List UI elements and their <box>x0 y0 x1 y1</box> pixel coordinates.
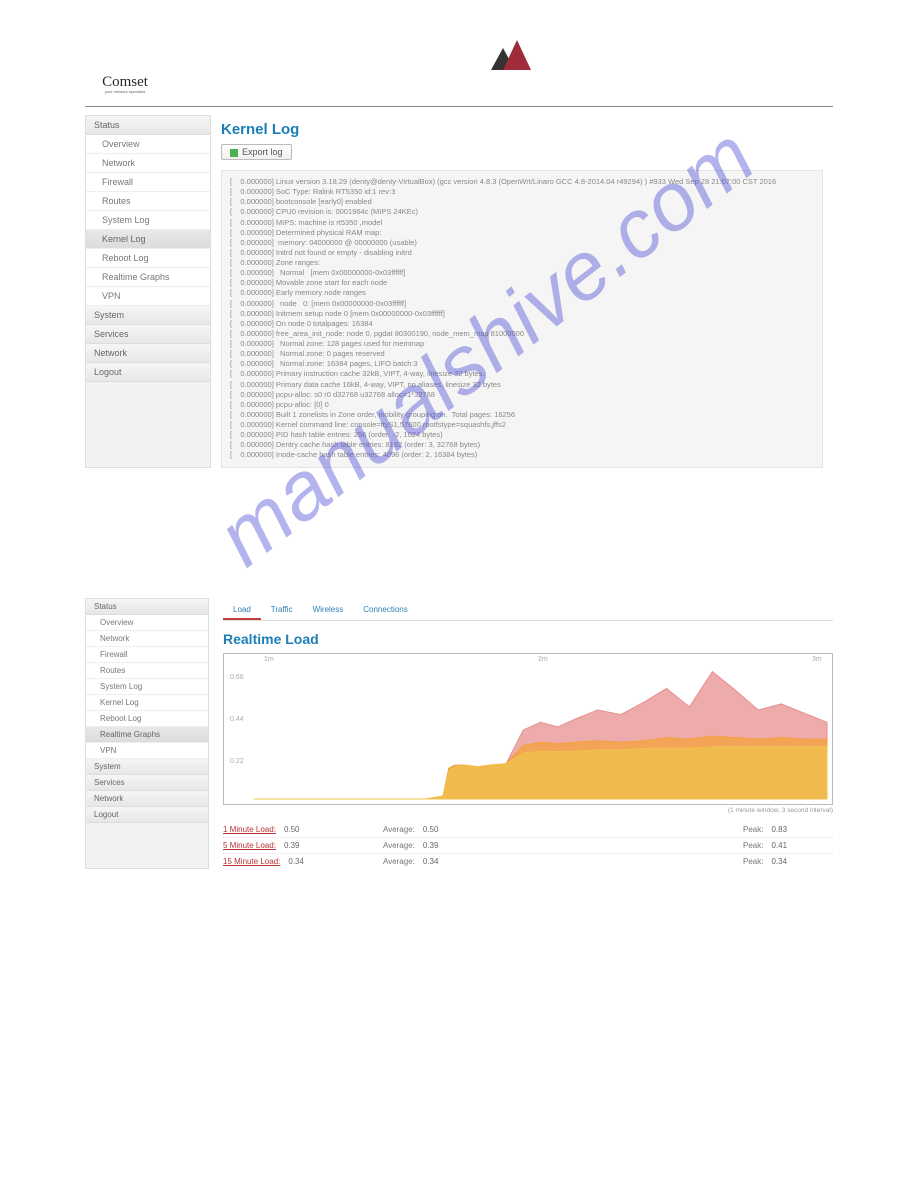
kernel-log-output: [ 0.000000] Linux version 3.18.29 (denty… <box>221 170 823 468</box>
tab[interactable]: Load <box>223 601 261 620</box>
sidebar-item[interactable]: Firewall <box>86 647 208 663</box>
stat-peak-label: Peak: <box>743 841 763 850</box>
chart-xtick: 3m <box>812 656 822 663</box>
sidebar-item[interactable]: Network <box>86 154 210 173</box>
load-stat-row: 5 Minute Load: 0.39 Average: 0.39 Peak: 0.41 <box>223 838 833 854</box>
export-icon <box>230 149 238 157</box>
sidebar-category[interactable]: Status <box>86 116 210 135</box>
stat-avg-value: 0.50 <box>423 825 439 834</box>
stat-label: 5 Minute Load: <box>223 841 276 850</box>
sidebar-kernel-log: StatusOverviewNetworkFirewallRoutesSyste… <box>85 115 211 468</box>
chart-xtick: 2m <box>538 656 548 663</box>
chart-xtick: 1m <box>264 656 274 663</box>
sidebar-item[interactable]: Realtime Graphs <box>86 727 208 743</box>
stat-peak-value: 0.83 <box>771 825 787 834</box>
load-stats-table: 1 Minute Load: 0.50 Average: 0.50 Peak: 0.83 5… <box>223 822 833 869</box>
export-log-button[interactable]: Export log <box>221 144 292 160</box>
sidebar-category[interactable]: System <box>86 759 208 775</box>
sidebar-item[interactable]: Kernel Log <box>86 230 210 249</box>
chart-ytick: 0.66 <box>230 674 244 681</box>
sidebar-category[interactable]: Status <box>86 599 208 615</box>
stat-avg-label: Average: <box>383 841 415 850</box>
page-title-kernel-log: Kernel Log <box>221 121 823 138</box>
sidebar-item[interactable]: Overview <box>86 135 210 154</box>
sidebar-category[interactable]: Services <box>86 775 208 791</box>
realtime-tabs: LoadTrafficWirelessConnections <box>223 601 833 621</box>
stat-peak-value: 0.41 <box>771 841 787 850</box>
stat-avg-value: 0.39 <box>423 841 439 850</box>
sidebar-category[interactable]: Network <box>86 791 208 807</box>
sidebar-item[interactable]: Realtime Graphs <box>86 268 210 287</box>
stat-value: 0.50 <box>284 825 300 834</box>
realtime-load-chart: 0.66 0.44 0.22 1m 2m 3m <box>223 653 833 805</box>
stat-peak-label: Peak: <box>743 857 763 866</box>
sidebar-item[interactable]: Routes <box>86 663 208 679</box>
stat-avg-label: Average: <box>383 857 415 866</box>
chart-legend: (1 minute window, 3 second interval) <box>223 807 833 814</box>
sidebar-category[interactable]: Services <box>86 325 210 344</box>
load-stat-row: 1 Minute Load: 0.50 Average: 0.50 Peak: 0.83 <box>223 822 833 838</box>
sidebar-item[interactable]: Network <box>86 631 208 647</box>
stat-label: 1 Minute Load: <box>223 825 276 834</box>
load-stat-row: 15 Minute Load: 0.34 Average: 0.34 Peak: 0.34 <box>223 854 833 869</box>
sidebar-item[interactable]: Reboot Log <box>86 249 210 268</box>
divider <box>85 106 833 107</box>
sidebar-item[interactable]: VPN <box>86 743 208 759</box>
chart-ytick: 0.44 <box>230 716 244 723</box>
sidebar-item[interactable]: Overview <box>86 615 208 631</box>
sidebar-category[interactable]: Network <box>86 344 210 363</box>
stat-value: 0.39 <box>284 841 300 850</box>
sidebar-item[interactable]: Reboot Log <box>86 711 208 727</box>
sidebar-item[interactable]: VPN <box>86 287 210 306</box>
sidebar-category[interactable]: System <box>86 306 210 325</box>
stat-peak-label: Peak: <box>743 825 763 834</box>
sidebar-category[interactable]: Logout <box>86 807 208 823</box>
brand-logo: Comset your network specialist <box>0 0 918 102</box>
sidebar-item[interactable]: Firewall <box>86 173 210 192</box>
stat-avg-label: Average: <box>383 825 415 834</box>
stat-avg-value: 0.34 <box>423 857 439 866</box>
chart-ytick: 0.22 <box>230 758 244 765</box>
sidebar-item[interactable]: Kernel Log <box>86 695 208 711</box>
export-log-label: Export log <box>242 147 283 157</box>
sidebar-item[interactable]: System Log <box>86 211 210 230</box>
page-title-realtime-load: Realtime Load <box>223 631 833 647</box>
stat-label: 15 Minute Load: <box>223 857 280 866</box>
sidebar-category[interactable]: Logout <box>86 363 210 382</box>
stat-peak-value: 0.34 <box>771 857 787 866</box>
sidebar-item[interactable]: System Log <box>86 679 208 695</box>
sidebar-item[interactable]: Routes <box>86 192 210 211</box>
tab[interactable]: Traffic <box>261 601 303 620</box>
tab[interactable]: Connections <box>353 601 417 620</box>
sidebar-realtime: StatusOverviewNetworkFirewallRoutesSyste… <box>85 598 209 869</box>
tab[interactable]: Wireless <box>303 601 354 620</box>
stat-value: 0.34 <box>288 857 304 866</box>
